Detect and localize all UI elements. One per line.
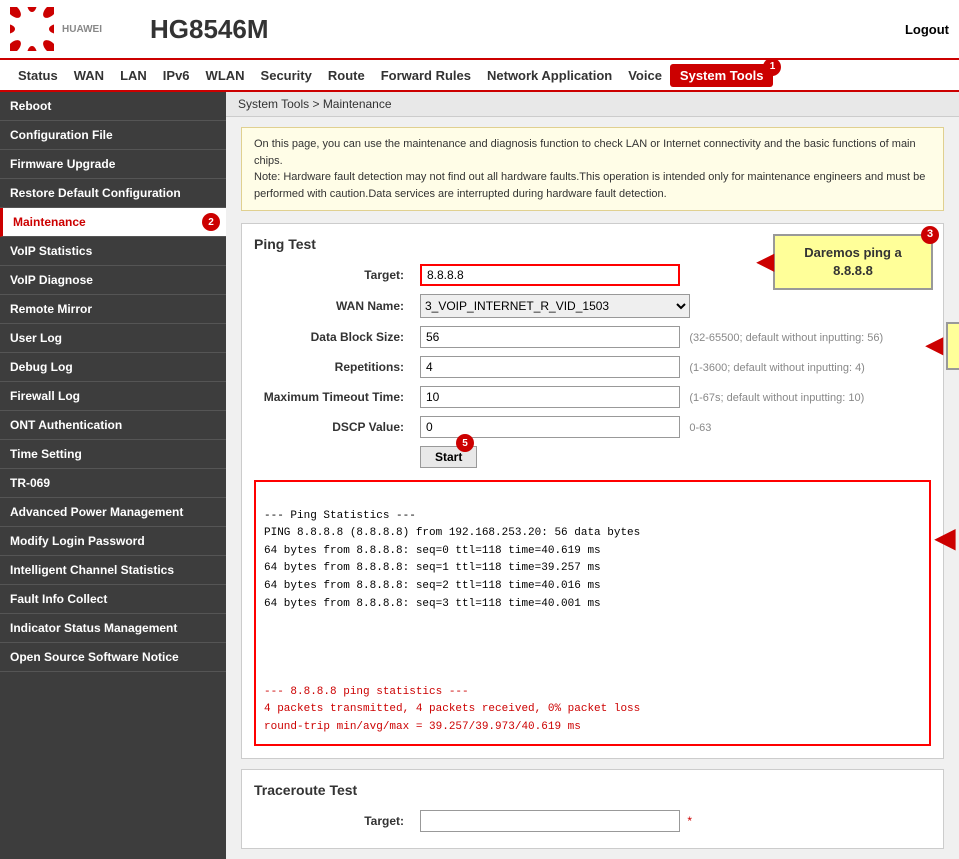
logout-button[interactable]: Logout [905,22,949,37]
sidebar-item-ont-auth[interactable]: ONT Authentication [0,411,226,440]
sidebar-item-firmware[interactable]: Firmware Upgrade [0,150,226,179]
navbar: Status WAN LAN IPv6 WLAN Security Route … [0,60,959,92]
form-row-blocksize: Data Block Size: (32-65500; default with… [254,322,931,352]
blocksize-label: Data Block Size: [254,322,414,352]
nav-ipv6[interactable]: IPv6 [155,64,198,87]
info-box: On this page, you can use the maintenanc… [241,127,944,211]
company-name: HUAWEI [62,24,102,35]
form-row-dscp: DSCP Value: 0-63 [254,412,931,442]
huawei-logo-icon [10,7,54,51]
ping-output-container: --- Ping Statistics --- PING 8.8.8.8 (8.… [254,480,931,746]
repetitions-input[interactable] [420,356,680,378]
sidebar: Reboot Configuration File Firmware Upgra… [0,92,226,859]
sidebar-item-time-setting[interactable]: Time Setting [0,440,226,469]
arrow-left-icon: ◀ [934,521,956,554]
dscp-hint: 0-63 [689,422,711,434]
repetitions-hint: (1-3600; default without inputting: 4) [689,362,865,374]
sidebar-item-firewall-log[interactable]: Firewall Log [0,382,226,411]
blocksize-hint: (32-65500; default without inputting: 56… [689,332,883,344]
ping-callout-6-area: ◀ Ping exitoso 6 [934,520,959,555]
sidebar-item-fault-info[interactable]: Fault Info Collect [0,585,226,614]
logout-area: Logout [905,22,949,37]
main-content: System Tools > Maintenance On this page,… [226,92,959,859]
nav-voice[interactable]: Voice [620,64,670,87]
sidebar-item-remote-mirror[interactable]: Remote Mirror [0,295,226,324]
callout-4: Escogemos la WAN que acabamos de crear ◀… [946,322,959,370]
sidebar-item-voip-stats[interactable]: VoIP Statistics [0,237,226,266]
required-marker: * [687,814,692,828]
traceroute-title: Traceroute Test [254,782,931,798]
nav-wan[interactable]: WAN [66,64,112,87]
traceroute-section: Traceroute Test Target: * [241,769,944,849]
form-row-timeout: Maximum Timeout Time: (1-67s; default wi… [254,382,931,412]
timeout-label: Maximum Timeout Time: [254,382,414,412]
timeout-hint: (1-67s; default without inputting: 10) [689,392,864,404]
traceroute-target-input[interactable] [420,810,680,832]
timeout-input[interactable] [420,386,680,408]
callout-3: Daremos ping a 8.8.8.8 ◀ 3 [773,234,933,290]
ping-form-table: Target: WAN Name: 3_VOIP_INTERNET_R_VID_… [254,260,931,472]
nav-security[interactable]: Security [253,64,320,87]
repetitions-label: Repetitions: [254,352,414,382]
target-input[interactable] [420,264,680,286]
nav-network-app[interactable]: Network Application [479,64,620,87]
traceroute-form: Target: * [254,806,931,836]
sidebar-item-modify-login[interactable]: Modify Login Password [0,527,226,556]
form-row-repetitions: Repetitions: (1-3600; default without in… [254,352,931,382]
sidebar-item-indicator-status[interactable]: Indicator Status Management [0,614,226,643]
nav-status[interactable]: Status [10,64,66,87]
dscp-label: DSCP Value: [254,412,414,442]
sidebar-item-debug-log[interactable]: Debug Log [0,353,226,382]
breadcrumb: System Tools > Maintenance [226,92,959,117]
sidebar-item-config-file[interactable]: Configuration File [0,121,226,150]
traceroute-target-row: Target: * [254,806,931,836]
sidebar-item-restore[interactable]: Restore Default Configuration [0,179,226,208]
ping-output: --- Ping Statistics --- PING 8.8.8.8 (8.… [254,480,931,746]
sidebar-item-voip-diagnose[interactable]: VoIP Diagnose [0,266,226,295]
form-row-wan: WAN Name: 3_VOIP_INTERNET_R_VID_1503 [254,290,931,322]
sidebar-item-channel-stats[interactable]: Intelligent Channel Statistics [0,556,226,585]
sidebar-item-user-log[interactable]: User Log [0,324,226,353]
traceroute-target-label: Target: [254,806,414,836]
badge-1: 1 [763,58,781,76]
nav-wlan[interactable]: WLAN [198,64,253,87]
nav-route[interactable]: Route [320,64,373,87]
badge-3: 3 [921,226,939,244]
form-row-start: Start 5 [254,442,931,472]
badge-5: 5 [456,434,474,452]
ping-test-section: Ping Test Daremos ping a 8.8.8.8 ◀ 3 Tar… [241,223,944,759]
sidebar-item-tr069[interactable]: TR-069 [0,469,226,498]
sidebar-item-open-source[interactable]: Open Source Software Notice [0,643,226,672]
badge-2: 2 [202,213,220,231]
wan-label: WAN Name: [254,290,414,322]
nav-forward-rules[interactable]: Forward Rules [373,64,479,87]
sidebar-item-reboot[interactable]: Reboot [0,92,226,121]
device-brand: HG8546M [150,14,269,45]
logo-area: HUAWEI [10,7,140,51]
nav-system-tools[interactable]: System Tools 1 [670,64,774,87]
blocksize-input[interactable] [420,326,680,348]
wan-select[interactable]: 3_VOIP_INTERNET_R_VID_1503 [420,294,690,318]
sidebar-item-power-mgmt[interactable]: Advanced Power Management [0,498,226,527]
sidebar-item-maintenance[interactable]: Maintenance 2 [0,208,226,237]
nav-lan[interactable]: LAN [112,64,155,87]
target-label: Target: [254,260,414,290]
